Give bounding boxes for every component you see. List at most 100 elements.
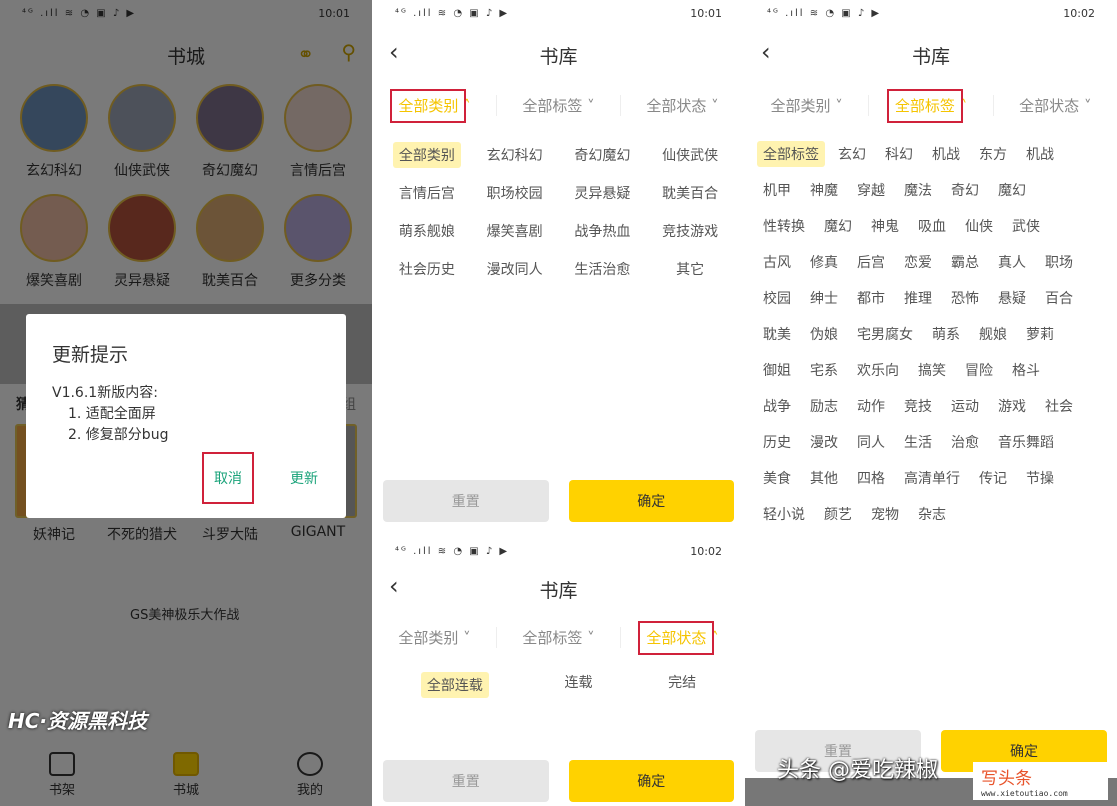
tag-option[interactable]: 萌系: [932, 324, 960, 344]
tag-option[interactable]: 搞笑: [918, 360, 946, 380]
tag-option[interactable]: 杂志: [918, 504, 946, 524]
tag-option[interactable]: 御姐: [763, 360, 791, 380]
category-option[interactable]: 奇幻魔幻: [559, 142, 647, 168]
filter-category[interactable]: 全部类别 ˄: [373, 88, 497, 123]
tag-option[interactable]: 竞技: [904, 396, 932, 416]
tag-option[interactable]: 全部标签: [757, 141, 825, 167]
tag-option[interactable]: 舰娘: [979, 324, 1007, 344]
tag-option[interactable]: 真人: [998, 252, 1026, 272]
tag-option[interactable]: 社会: [1045, 396, 1073, 416]
tag-option[interactable]: 武侠: [1012, 216, 1040, 236]
tag-option[interactable]: 格斗: [1012, 360, 1040, 380]
tag-option[interactable]: 高清单行: [904, 468, 960, 488]
filter-status[interactable]: 全部状态 ˄: [621, 620, 744, 655]
filter-tag[interactable]: 全部标签 ˅: [497, 626, 621, 648]
status-option[interactable]: 连载: [564, 672, 592, 698]
tag-option[interactable]: 古风: [763, 252, 791, 272]
tag-option[interactable]: 音乐舞蹈: [998, 432, 1054, 452]
category-option[interactable]: 萌系舰娘: [383, 218, 471, 244]
back-icon[interactable]: ‹: [389, 572, 399, 600]
tag-option[interactable]: 机战: [932, 144, 960, 164]
tag-option[interactable]: 科幻: [885, 144, 913, 164]
confirm-button[interactable]: 确定: [568, 760, 734, 802]
tag-option[interactable]: 伪娘: [810, 324, 838, 344]
tag-option[interactable]: 吸血: [918, 216, 946, 236]
reset-button[interactable]: 重置: [383, 760, 549, 802]
tag-option[interactable]: 东方: [979, 144, 1007, 164]
filter-status[interactable]: 全部状态 ˅: [994, 95, 1117, 116]
tag-option[interactable]: 冒险: [965, 360, 993, 380]
tag-option[interactable]: 游戏: [998, 396, 1026, 416]
tag-option[interactable]: 都市: [857, 288, 885, 308]
category-option[interactable]: 职场校园: [471, 180, 559, 206]
tag-option[interactable]: 美食: [763, 468, 791, 488]
tag-option[interactable]: 霸总: [951, 252, 979, 272]
category-option[interactable]: 爆笑喜剧: [471, 218, 559, 244]
tag-option[interactable]: 战争: [763, 396, 791, 416]
tag-option[interactable]: 生活: [904, 432, 932, 452]
category-option[interactable]: 全部类别: [392, 142, 461, 168]
tag-option[interactable]: 魔法: [904, 180, 932, 200]
tag-option[interactable]: 其他: [810, 468, 838, 488]
tag-option[interactable]: 节操: [1026, 468, 1054, 488]
tag-option[interactable]: 欢乐向: [857, 360, 899, 380]
tag-option[interactable]: 穿越: [857, 180, 885, 200]
tag-option[interactable]: 萝莉: [1026, 324, 1054, 344]
category-option[interactable]: 玄幻科幻: [471, 142, 559, 168]
tag-option[interactable]: 神鬼: [871, 216, 899, 236]
tag-option[interactable]: 仙侠: [965, 216, 993, 236]
tag-option[interactable]: 职场: [1045, 252, 1073, 272]
category-option[interactable]: 漫改同人: [471, 256, 559, 282]
status-option[interactable]: 全部连载: [420, 672, 489, 698]
tag-option[interactable]: 宅系: [810, 360, 838, 380]
confirm-button[interactable]: 确定: [568, 480, 734, 522]
tag-option[interactable]: 耽美: [763, 324, 791, 344]
tag-option[interactable]: 恐怖: [951, 288, 979, 308]
update-button[interactable]: 更新: [290, 460, 318, 496]
category-option[interactable]: 其它: [646, 256, 734, 282]
reset-button[interactable]: 重置: [383, 480, 549, 522]
tag-option[interactable]: 传记: [979, 468, 1007, 488]
filter-tag[interactable]: 全部标签 ˄: [869, 88, 994, 123]
tag-option[interactable]: 性转换: [763, 216, 805, 236]
category-option[interactable]: 灵异悬疑: [559, 180, 647, 206]
tag-option[interactable]: 机甲: [763, 180, 791, 200]
category-option[interactable]: 生活治愈: [559, 256, 647, 282]
tag-option[interactable]: 奇幻: [951, 180, 979, 200]
filter-status[interactable]: 全部状态 ˅: [621, 95, 744, 116]
tag-option[interactable]: 推理: [904, 288, 932, 308]
tag-option[interactable]: 运动: [951, 396, 979, 416]
tag-option[interactable]: 悬疑: [998, 288, 1026, 308]
tag-option[interactable]: 修真: [810, 252, 838, 272]
back-icon[interactable]: ‹: [389, 38, 399, 66]
tag-option[interactable]: 宠物: [871, 504, 899, 524]
tag-option[interactable]: 绅士: [810, 288, 838, 308]
tag-option[interactable]: 漫改: [810, 432, 838, 452]
category-option[interactable]: 言情后宫: [383, 180, 471, 206]
status-option[interactable]: 完结: [668, 672, 696, 698]
category-option[interactable]: 竞技游戏: [646, 218, 734, 244]
cancel-button[interactable]: 取消: [202, 452, 254, 504]
tag-option[interactable]: 轻小说: [763, 504, 805, 524]
filter-category[interactable]: 全部类别 ˅: [373, 626, 497, 648]
tag-option[interactable]: 颜艺: [824, 504, 852, 524]
tag-option[interactable]: 励志: [810, 396, 838, 416]
filter-category[interactable]: 全部类别 ˅: [745, 94, 870, 116]
tag-option[interactable]: 历史: [763, 432, 791, 452]
category-option[interactable]: 战争热血: [559, 218, 647, 244]
category-option[interactable]: 耽美百合: [646, 180, 734, 206]
tag-option[interactable]: 百合: [1045, 288, 1073, 308]
tag-option[interactable]: 治愈: [951, 432, 979, 452]
tag-option[interactable]: 魔幻: [824, 216, 852, 236]
tag-option[interactable]: 四格: [857, 468, 885, 488]
tag-option[interactable]: 校园: [763, 288, 791, 308]
category-option[interactable]: 仙侠武侠: [646, 142, 734, 168]
tag-option[interactable]: 宅男腐女: [857, 324, 913, 344]
tag-option[interactable]: 玄幻: [838, 144, 866, 164]
tag-option[interactable]: 恋爱: [904, 252, 932, 272]
category-option[interactable]: 社会历史: [383, 256, 471, 282]
tag-option[interactable]: 魔幻: [998, 180, 1026, 200]
tag-option[interactable]: 神魔: [810, 180, 838, 200]
tag-option[interactable]: 机战: [1026, 144, 1054, 164]
filter-tag[interactable]: 全部标签 ˅: [497, 94, 621, 116]
